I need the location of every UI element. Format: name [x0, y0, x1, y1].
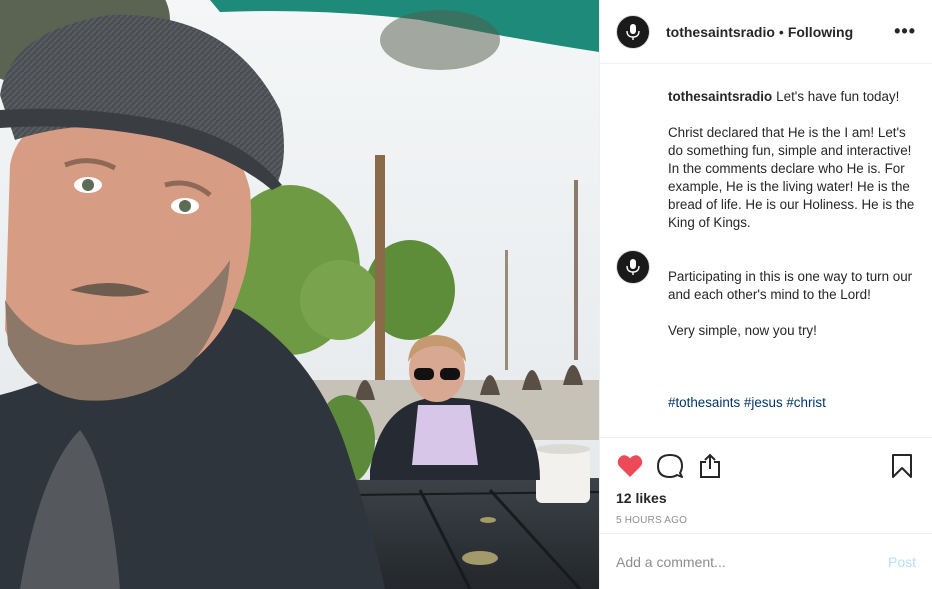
save-button[interactable] [888, 452, 916, 480]
like-button[interactable] [616, 452, 644, 480]
comment-avatar[interactable] [616, 250, 650, 284]
caption-text: Let's have fun today! Christ declared th… [668, 89, 915, 230]
header-names: tothesaintsradio • Following [666, 24, 892, 40]
caption-username[interactable]: tothesaintsradio [668, 89, 772, 104]
speech-bubble-icon [657, 454, 683, 478]
comment-input[interactable] [616, 553, 888, 570]
comment-text: Participating in this is one way to turn… [668, 269, 913, 338]
comment-body: Participating in this is one way to turn… [668, 250, 916, 430]
action-icons [616, 446, 916, 486]
share-button[interactable] [696, 452, 724, 480]
caption-text-block: tothesaintsradio Let's have fun today! Ch… [668, 88, 916, 232]
selfie-photo [0, 0, 599, 589]
post-comment-button[interactable]: Post [888, 554, 916, 570]
heart-filled-icon [617, 455, 643, 477]
comments-section[interactable]: tothesaintsradio Let's have fun today! Ch… [600, 64, 932, 437]
add-comment-bar: Post [600, 533, 932, 589]
header-separator: • [778, 23, 784, 40]
share-icon [700, 453, 720, 478]
bookmark-icon [892, 454, 912, 478]
microphone-logo-icon [626, 259, 640, 275]
post-photo[interactable] [0, 0, 599, 589]
instagram-post: tothesaintsradio • Following ••• tothesain… [0, 0, 932, 589]
likes-count[interactable]: 12 likes [616, 490, 916, 506]
post-panel: tothesaintsradio • Following ••• tothesain… [599, 0, 932, 589]
profile-avatar[interactable] [616, 14, 650, 49]
post-timestamp[interactable]: 5 HOURS AGO [616, 515, 916, 526]
caption-comment: tothesaintsradio Let's have fun today! Ch… [616, 88, 916, 232]
microphone-logo-icon [626, 23, 640, 40]
more-icon: ••• [894, 21, 916, 41]
comment-button[interactable] [656, 452, 684, 480]
post-header: tothesaintsradio • Following ••• [600, 0, 932, 64]
following-button[interactable]: Following [788, 24, 853, 40]
comment-item: Participating in this is one way to turn… [616, 250, 916, 430]
header-username[interactable]: tothesaintsradio [666, 24, 775, 40]
more-options-button[interactable]: ••• [892, 21, 916, 42]
hashtag-links[interactable]: #tothesaints #jesus #christ [668, 394, 916, 412]
action-bar: 12 likes 5 HOURS AGO [600, 437, 932, 533]
